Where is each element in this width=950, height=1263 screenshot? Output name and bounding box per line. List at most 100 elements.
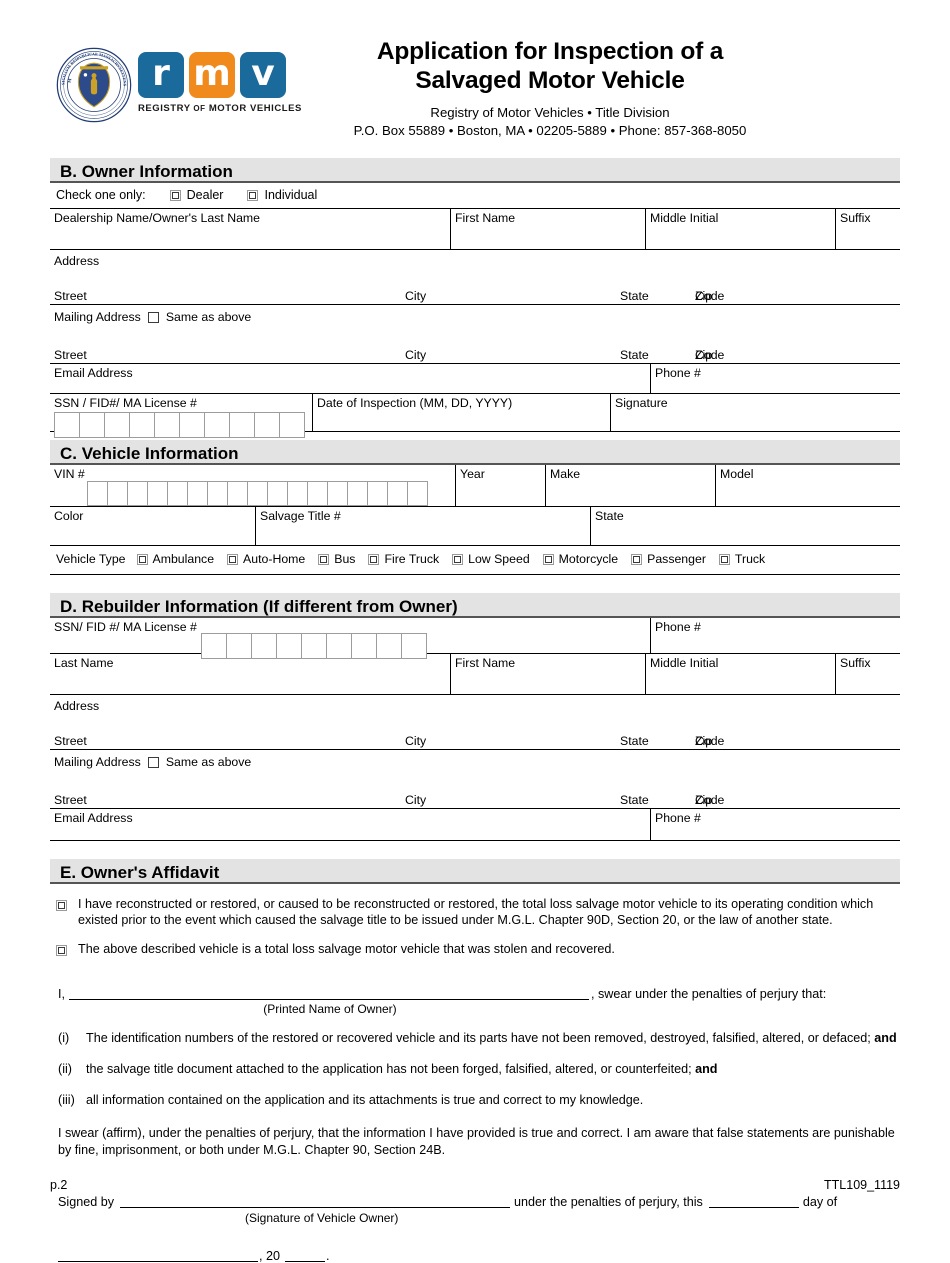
vin-box[interactable] (166, 480, 188, 506)
checkbox-rebuilder-same-as-above[interactable] (147, 757, 159, 768)
vin-box[interactable] (286, 480, 308, 506)
owner-mailing-line1[interactable]: Street City State Zip Code (50, 329, 900, 364)
vin-box[interactable] (326, 480, 348, 506)
owner-ssn-box[interactable] (129, 411, 155, 438)
field-owner-middle-initial[interactable]: Middle Initial (645, 208, 835, 250)
clause-i-number: (i) (58, 1031, 70, 1046)
rebuilder-mailing-line1[interactable]: Street City State Zip Code (50, 774, 900, 809)
field-salvage-state[interactable]: State (590, 506, 900, 546)
field-rebuilder-middle-initial[interactable]: Middle Initial (645, 653, 835, 695)
checkbox-vehicle-type-fire-truck[interactable] (368, 554, 380, 565)
label-rebuilder-same-as-above: Same as above (165, 755, 252, 770)
rebuilder-fields-grid: SSN/ FID #/ MA License # Phone # Last Na… (50, 617, 900, 841)
checkbox-affidavit-stolen-recovered[interactable] (56, 944, 67, 956)
field-rebuilder-suffix[interactable]: Suffix (835, 653, 900, 695)
vin-box[interactable] (126, 480, 148, 506)
vin-box[interactable] (346, 480, 368, 506)
vin-boxes[interactable] (86, 480, 428, 506)
field-owner-phone[interactable]: Phone # (650, 363, 900, 394)
rmv-logo-caption: REGISTRY OF MOTOR VEHICLES (138, 103, 301, 114)
label-vehicle-type-passenger: Passenger (647, 552, 706, 567)
clause-ii-and: and (695, 1062, 718, 1077)
label-owner-ssn: SSN / FID#/ MA License # (54, 395, 197, 410)
owner-ssn-box[interactable] (254, 411, 280, 438)
input-month[interactable] (58, 1247, 258, 1262)
field-rebuilder-phone-2[interactable]: Phone # (650, 808, 900, 841)
rebuilder-address-label-row: Address (50, 695, 900, 715)
checkbox-owner-same-as-above[interactable] (147, 312, 159, 323)
field-rebuilder-email[interactable]: Email Address (50, 809, 650, 841)
section-c-heading: C. Vehicle Information (50, 439, 900, 465)
input-day[interactable] (708, 1193, 799, 1208)
checkbox-individual[interactable] (247, 190, 259, 202)
affidavit-item-2: The above described vehicle is a total l… (50, 941, 900, 960)
label-salvage-state: State (595, 508, 624, 523)
checkbox-vehicle-type-motorcycle[interactable] (542, 554, 554, 565)
field-rebuilder-last-name[interactable]: Last Name (50, 654, 450, 695)
field-date-of-inspection[interactable]: Date of Inspection (MM, DD, YYYY) (312, 393, 610, 432)
owner-email-phone-row: Email Address Phone # (50, 363, 900, 394)
clause-ii-text: the salvage title document attached to t… (86, 1061, 900, 1078)
owner-ssn-box[interactable] (104, 411, 130, 438)
vin-box[interactable] (386, 480, 408, 506)
vin-box[interactable] (146, 480, 168, 506)
label-owner-first-name: First Name (455, 210, 516, 225)
field-owner-email[interactable]: Email Address (50, 364, 650, 394)
vin-box[interactable] (266, 480, 288, 506)
owner-ssn-box[interactable] (79, 411, 105, 438)
checkbox-vehicle-type-truck[interactable] (718, 554, 730, 565)
checkbox-vehicle-type-low-speed[interactable] (452, 554, 464, 565)
owner-ssn-box[interactable] (154, 411, 180, 438)
vin-box[interactable] (406, 480, 428, 506)
field-owner-suffix[interactable]: Suffix (835, 208, 900, 250)
owner-ssn-box[interactable] (204, 411, 230, 438)
vin-box[interactable] (246, 480, 268, 506)
label-vehicle-type-bus: Bus (334, 552, 356, 567)
field-owner-ssn[interactable]: SSN / FID#/ MA License # (50, 394, 312, 438)
vin-box[interactable] (206, 480, 228, 506)
field-rebuilder-first-name[interactable]: First Name (450, 653, 645, 695)
clause-i-text: The identification numbers of the restor… (86, 1030, 900, 1047)
date-row: , 20 . (50, 1247, 900, 1263)
checkbox-vehicle-type-auto-home[interactable] (227, 554, 239, 565)
label-owner-same-as-above: Same as above (165, 310, 252, 325)
owner-ssn-box[interactable] (229, 411, 255, 438)
checkbox-affidavit-reconstructed[interactable] (56, 899, 67, 911)
vin-box[interactable] (106, 480, 128, 506)
owner-address-line1[interactable]: Street City State Zip Code (50, 270, 900, 305)
checkbox-vehicle-type-passenger[interactable] (631, 554, 643, 565)
field-model[interactable]: Model (715, 464, 900, 507)
field-owner-signature[interactable]: Signature (610, 393, 900, 432)
rmv-caption-of: OF (193, 104, 206, 113)
signature-row: Signed by under the penalties of perjury… (50, 1193, 900, 1209)
field-vin[interactable]: VIN # (50, 465, 455, 507)
field-salvage-title-number[interactable]: Salvage Title # (255, 506, 590, 546)
label-rebuilder-state: State (620, 733, 649, 748)
owner-ssn-boxes[interactable] (54, 411, 312, 438)
owner-ssn-box[interactable] (54, 411, 80, 438)
owner-ssn-box[interactable] (279, 411, 305, 438)
owner-ssn-box[interactable] (179, 411, 205, 438)
field-owner-dealership-name[interactable]: Dealership Name/Owner's Last Name (50, 209, 450, 250)
vin-box[interactable] (366, 480, 388, 506)
field-year[interactable]: Year (455, 464, 545, 507)
field-rebuilder-phone[interactable]: Phone # (650, 617, 900, 654)
checkbox-vehicle-type-ambulance[interactable] (136, 554, 148, 565)
owner-mailing-address-row: Mailing Address Same as above (50, 305, 900, 329)
checkbox-vehicle-type-bus[interactable] (318, 554, 330, 565)
field-rebuilder-ssn[interactable]: SSN/ FID #/ MA License # (50, 618, 650, 659)
vin-box[interactable] (186, 480, 208, 506)
field-color[interactable]: Color (50, 507, 255, 546)
rebuilder-address-line1[interactable]: Street City State Zip Code (50, 715, 900, 750)
label-vehicle-type-low-speed: Low Speed (468, 552, 530, 567)
input-year[interactable] (285, 1247, 326, 1262)
vin-box[interactable] (306, 480, 328, 506)
page-title: Application for Inspection of a Salvaged… (200, 38, 900, 95)
input-printed-name[interactable] (69, 985, 589, 1001)
checkbox-dealer[interactable] (169, 190, 181, 202)
field-make[interactable]: Make (545, 464, 715, 507)
input-owner-signature-line[interactable] (120, 1193, 511, 1208)
field-owner-first-name[interactable]: First Name (450, 208, 645, 250)
vin-box[interactable] (226, 480, 248, 506)
vin-box[interactable] (86, 480, 108, 506)
